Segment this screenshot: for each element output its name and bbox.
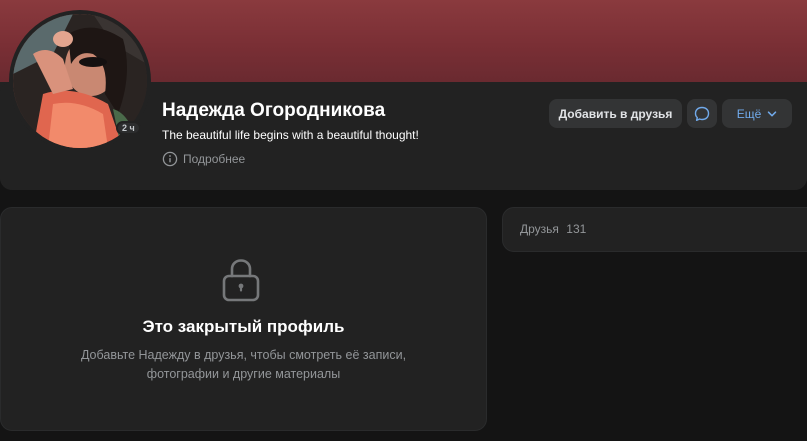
profile-status: The beautiful life begins with a beautif… <box>162 128 419 142</box>
private-profile-description: Добавьте Надежду в друзья, чтобы смотрет… <box>80 348 407 381</box>
online-status-badge: 2 ч <box>116 121 141 135</box>
profile-page: 2 ч Надежда Огородникова The beautiful l… <box>0 0 807 441</box>
chat-bubble-icon <box>694 106 710 121</box>
message-button[interactable] <box>687 99 717 128</box>
info-icon <box>162 151 178 167</box>
more-info-label: Подробнее <box>183 152 246 166</box>
chevron-down-icon <box>768 110 777 116</box>
profile-name: Надежда Огородникова <box>162 100 386 121</box>
friends-header[interactable]: Друзья 131 <box>520 222 586 236</box>
friends-label: Друзья <box>520 222 559 236</box>
more-info-link[interactable]: Подробнее <box>162 151 245 167</box>
private-profile-title: Это закрытый профиль <box>142 317 345 336</box>
more-actions-button[interactable]: Ещё <box>722 99 792 128</box>
friends-count: 131 <box>566 222 587 236</box>
lock-icon <box>222 259 260 302</box>
add-friend-button[interactable]: Добавить в друзья <box>549 99 682 128</box>
more-actions-label: Ещё <box>736 106 762 121</box>
